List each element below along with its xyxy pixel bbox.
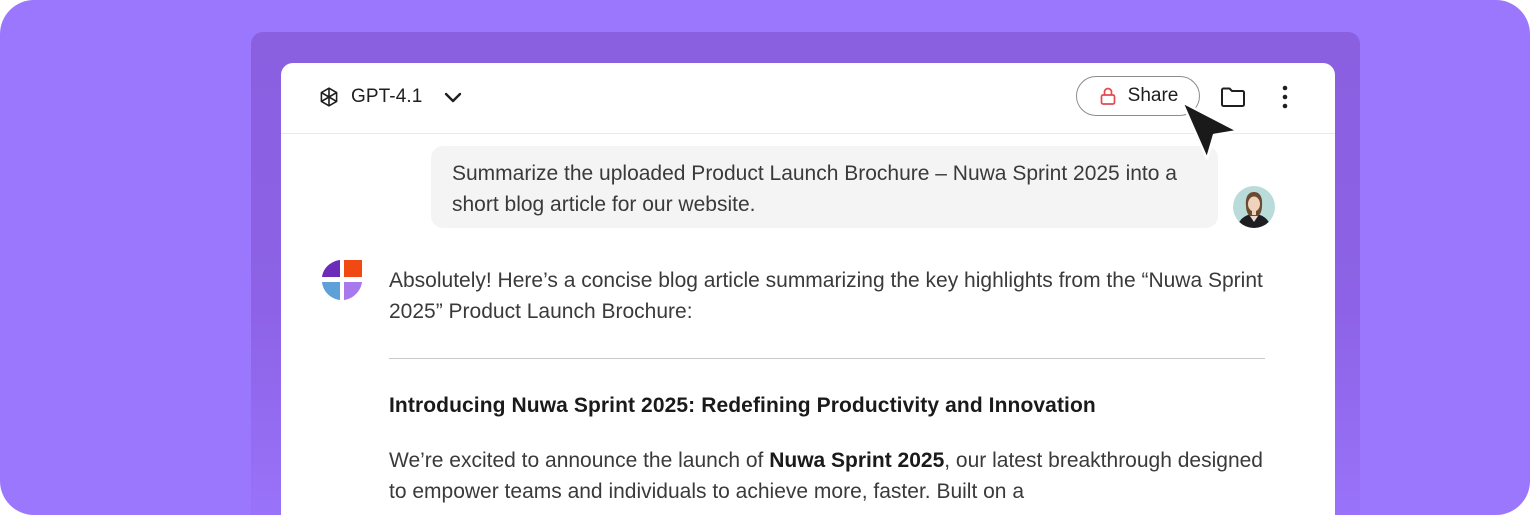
folder-icon[interactable] [1219,83,1247,111]
share-label: Share [1127,85,1179,106]
lock-icon [1100,87,1115,105]
model-selector[interactable]: GPT-4.1 [317,83,464,111]
user-message: Summarize the uploaded Product Launch Br… [431,146,1218,228]
avatar-image [1233,186,1275,228]
model-name: GPT-4.1 [351,86,423,107]
openai-logo-icon [320,87,338,107]
more-vertical-icon[interactable] [1274,84,1296,110]
user-avatar[interactable] [1233,186,1275,228]
brand-logo-icon [322,260,362,300]
chat-header: GPT-4.1 Share [281,63,1335,134]
chat-window: GPT-4.1 Share Summarize the uploaded Pro… [281,63,1335,515]
assistant-intro: Absolutely! Here’s a concise blog articl… [389,269,1263,323]
page-background: GPT-4.1 Share Summarize the uploaded Pro… [0,0,1530,515]
article-text-start: We’re excited to announce the launch of [389,449,770,472]
share-button[interactable]: Share [1076,76,1200,116]
article-title: Introducing Nuwa Sprint 2025: Redefining… [389,394,1096,417]
article-body: We’re excited to announce the launch of … [389,445,1269,507]
product-name: Nuwa Sprint 2025 [769,449,945,472]
chevron-down-icon[interactable] [442,86,464,108]
divider [389,358,1265,359]
